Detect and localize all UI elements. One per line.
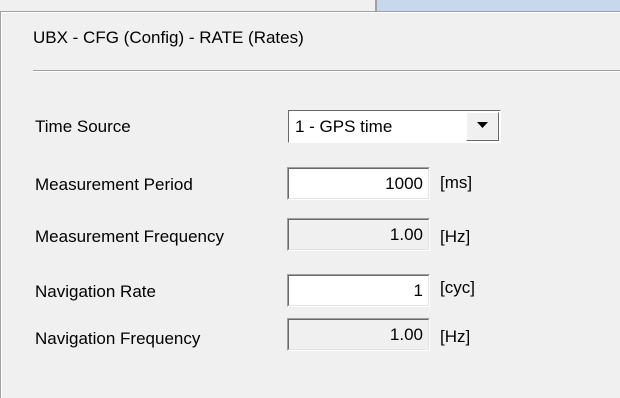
time-source-value: 1 - GPS time — [295, 117, 393, 136]
time-source-label: Time Source — [35, 117, 131, 136]
measurement-frequency-value: 1.00 — [288, 219, 429, 250]
panel-border-left-highlight — [1, 12, 2, 398]
navigation-rate-value[interactable]: 1 — [288, 275, 429, 306]
measurement-frequency-unit: [Hz] — [440, 227, 471, 246]
navigation-frequency-unit: [Hz] — [440, 327, 471, 346]
page-title: UBX - CFG (Config) - RATE (Rates) — [33, 28, 304, 47]
tree-view-edge — [377, 0, 620, 11]
navigation-frequency-label: Navigation Frequency — [35, 329, 201, 348]
measurement-period-label: Measurement Period — [35, 175, 193, 194]
navigation-rate-label: Navigation Rate — [35, 282, 156, 301]
measurement-period-value[interactable]: 1000 — [288, 168, 429, 199]
navigation-rate-unit: [cyc] — [440, 278, 475, 297]
measurement-period-field[interactable]: 1000 — [287, 167, 430, 200]
navigation-frequency-field: 1.00 — [287, 318, 430, 351]
chevron-down-icon — [477, 122, 488, 128]
measurement-period-unit: [ms] — [440, 173, 473, 192]
time-source-select[interactable]: 1 - GPS time — [288, 110, 501, 143]
measurement-frequency-label: Measurement Frequency — [35, 227, 224, 246]
dropdown-button[interactable] — [466, 112, 499, 141]
top-strip — [0, 0, 620, 11]
navigation-rate-field[interactable]: 1 — [287, 274, 430, 307]
panel-border-highlight — [1, 12, 620, 13]
measurement-frequency-field: 1.00 — [287, 218, 430, 251]
navigation-frequency-value: 1.00 — [288, 319, 429, 350]
title-divider — [33, 70, 620, 72]
